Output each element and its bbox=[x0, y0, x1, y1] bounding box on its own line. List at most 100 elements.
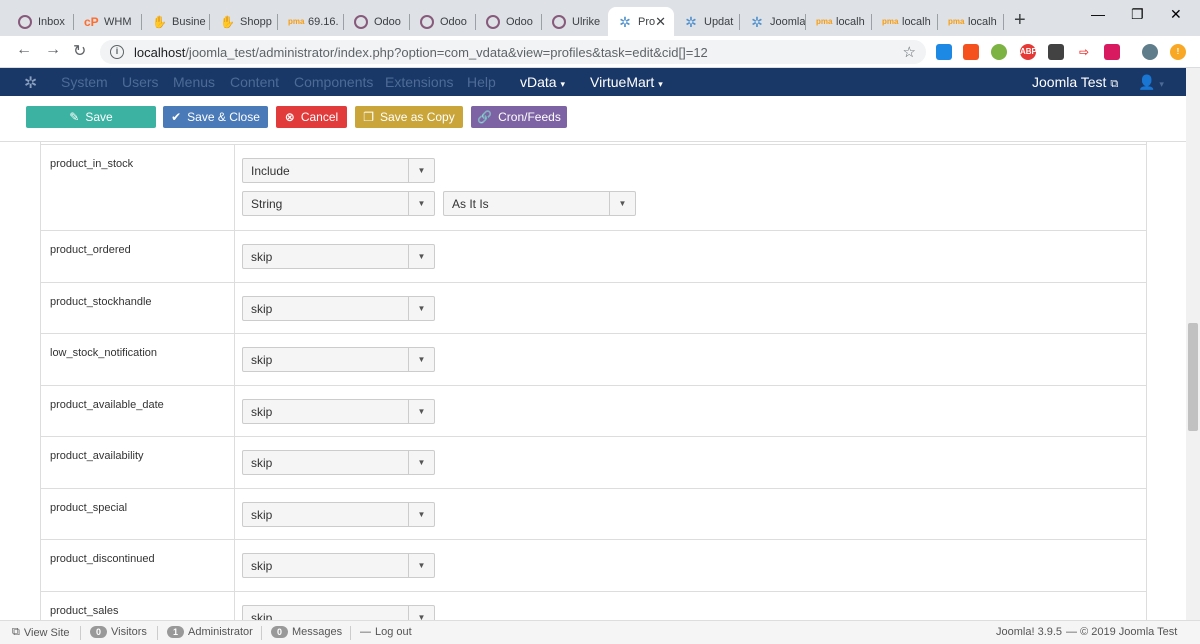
caret-down-icon: ▼ bbox=[408, 451, 434, 474]
browser-tab-strip: Inbox cP WHM ✋ Busine ✋ Shopp pma 69.16. Odo… bbox=[0, 0, 1200, 36]
browser-tab[interactable]: Odoo bbox=[344, 7, 410, 36]
logout-link[interactable]: — Log out bbox=[360, 626, 412, 638]
odoo-icon bbox=[552, 14, 566, 29]
menu-content[interactable]: Content bbox=[230, 74, 279, 90]
field-select[interactable]: skip ▼ bbox=[242, 450, 435, 475]
bookmark-star-icon[interactable]: ☆ bbox=[903, 43, 916, 61]
field-select[interactable]: skip ▼ bbox=[242, 605, 435, 620]
browser-tab[interactable]: pma 69.16. bbox=[278, 7, 344, 36]
menu-virtuemart[interactable]: VirtueMart ▾ bbox=[590, 74, 663, 90]
menu-system[interactable]: System bbox=[61, 74, 108, 90]
browser-tab[interactable]: Inbox bbox=[8, 7, 74, 36]
table-row: product_special skip ▼ bbox=[41, 489, 1146, 540]
menu-vdata[interactable]: vData ▾ bbox=[520, 74, 565, 90]
menu-menus[interactable]: Menus bbox=[173, 74, 215, 90]
profile-avatar[interactable] bbox=[1142, 44, 1158, 60]
joomla-icon: ✲ bbox=[619, 13, 631, 30]
close-window-icon[interactable]: ✕ bbox=[1170, 6, 1182, 23]
link-icon: 🔗 bbox=[477, 110, 493, 124]
browser-tab[interactable]: ✲ Updat bbox=[674, 7, 740, 36]
browser-tab[interactable]: ✋ Shopp bbox=[210, 7, 278, 36]
menu-components[interactable]: Components bbox=[294, 74, 373, 90]
caret-down-icon: ▼ bbox=[408, 297, 434, 320]
browser-tab[interactable]: cP WHM bbox=[74, 7, 142, 36]
cancel-button[interactable]: ⊗ Cancel bbox=[276, 106, 347, 128]
browser-tab[interactable]: pma localh bbox=[806, 7, 872, 36]
check-icon: ✔ bbox=[171, 110, 182, 124]
extension-icon[interactable] bbox=[1048, 44, 1064, 60]
extension-icon[interactable]: ⇨ bbox=[1076, 44, 1092, 60]
format-option-select[interactable]: As It Is ▼ bbox=[443, 191, 636, 216]
site-link[interactable]: Joomla Test ⧉ bbox=[1032, 74, 1118, 91]
minimize-icon[interactable]: — bbox=[1091, 6, 1105, 22]
field-label: product_discontinued bbox=[50, 553, 155, 565]
field-label: product_in_stock bbox=[50, 158, 134, 170]
field-label: product_availability bbox=[50, 450, 144, 462]
caret-down-icon: ▼ bbox=[408, 159, 434, 182]
odoo-icon bbox=[18, 14, 32, 29]
back-arrow-icon[interactable]: ← bbox=[16, 41, 32, 59]
field-select[interactable]: skip ▼ bbox=[242, 399, 435, 424]
menu-extensions[interactable]: Extensions bbox=[385, 74, 453, 90]
forward-arrow-icon[interactable]: → bbox=[45, 41, 61, 59]
field-select[interactable]: Include ▼ bbox=[242, 158, 435, 183]
extension-icon[interactable] bbox=[991, 44, 1007, 60]
odoo-icon bbox=[420, 14, 434, 29]
url-input[interactable]: i localhost/joomla_test/administrator/in… bbox=[100, 40, 926, 64]
messages-status[interactable]: 0 Messages bbox=[271, 626, 342, 638]
browser-tab-active[interactable]: ✲ Pro ✕ bbox=[608, 7, 674, 36]
caret-down-icon: ▼ bbox=[408, 348, 434, 371]
browser-tab[interactable]: pma localh bbox=[872, 7, 938, 36]
visitors-status: 0 Visitors bbox=[90, 626, 147, 638]
field-select[interactable]: skip ▼ bbox=[242, 296, 435, 321]
joomla-extension-icon[interactable] bbox=[963, 44, 979, 60]
maximize-icon[interactable]: ❐ bbox=[1131, 6, 1144, 23]
field-select[interactable]: skip ▼ bbox=[242, 553, 435, 578]
menu-help[interactable]: Help bbox=[467, 74, 496, 90]
field-select[interactable]: skip ▼ bbox=[242, 244, 435, 269]
page-scrollbar[interactable] bbox=[1186, 68, 1200, 620]
new-tab-icon[interactable]: + bbox=[1014, 9, 1026, 32]
save-button[interactable]: ✎ Save bbox=[26, 106, 156, 128]
table-row: product_availability skip ▼ bbox=[41, 437, 1146, 489]
reload-icon[interactable]: ↻ bbox=[73, 41, 86, 61]
caret-down-icon: ▼ bbox=[408, 245, 434, 268]
user-menu[interactable]: 👤 ▾ bbox=[1138, 74, 1164, 91]
view-site-link[interactable]: ⧉ View Site bbox=[12, 626, 70, 639]
field-select[interactable]: skip ▼ bbox=[242, 502, 435, 527]
browser-tab[interactable]: pma localh bbox=[938, 7, 1004, 36]
adblock-icon[interactable]: ABP bbox=[1020, 44, 1037, 60]
cron-feeds-button[interactable]: 🔗 Cron/Feeds bbox=[471, 106, 567, 128]
info-icon[interactable]: i bbox=[110, 45, 124, 59]
phpmyadmin-icon: pma bbox=[288, 16, 305, 26]
extension-icon[interactable] bbox=[1104, 44, 1120, 60]
table-row: product_sales skip ▼ bbox=[41, 592, 1146, 620]
scrollbar-thumb[interactable] bbox=[1188, 323, 1198, 431]
minus-icon: — bbox=[360, 626, 371, 638]
format-select[interactable]: String ▼ bbox=[242, 191, 435, 216]
joomla-icon: ✲ bbox=[685, 13, 697, 30]
table-row: product_in_stock Include ▼ String ▼ As It … bbox=[41, 144, 1146, 231]
update-alert-icon[interactable]: ! bbox=[1170, 44, 1186, 60]
save-close-button[interactable]: ✔ Save & Close bbox=[163, 106, 268, 128]
extension-icon[interactable] bbox=[936, 44, 952, 60]
caret-down-icon: ▾ bbox=[560, 79, 565, 89]
joomla-icon: ✲ bbox=[751, 13, 763, 30]
joomla-navbar: ✲ System Users Menus Content Components … bbox=[0, 68, 1186, 96]
browser-tab[interactable]: Ulrike bbox=[542, 7, 608, 36]
caret-down-icon: ▼ bbox=[408, 192, 434, 215]
field-select[interactable]: skip ▼ bbox=[242, 347, 435, 372]
browser-tab[interactable]: Odoo bbox=[410, 7, 476, 36]
table-row: product_available_date skip ▼ bbox=[41, 386, 1146, 437]
user-icon: 👤 bbox=[1138, 74, 1156, 90]
address-bar: ← → ↻ i localhost/joomla_test/administra… bbox=[0, 36, 1200, 68]
browser-tab[interactable]: ✋ Busine bbox=[142, 7, 210, 36]
menu-users[interactable]: Users bbox=[122, 74, 159, 90]
save-as-copy-button[interactable]: ❐ Save as Copy bbox=[355, 106, 463, 128]
close-tab-icon[interactable]: ✕ bbox=[655, 14, 666, 30]
browser-tab[interactable]: Odoo bbox=[476, 7, 542, 36]
status-bar: ⧉ View Site 0 Visitors 1 Administrator 0 Mes… bbox=[0, 620, 1200, 644]
caret-down-icon: ▼ bbox=[408, 606, 434, 620]
joomla-logo-icon[interactable]: ✲ bbox=[24, 73, 37, 93]
browser-tab[interactable]: ✲ Joomla bbox=[740, 7, 806, 36]
